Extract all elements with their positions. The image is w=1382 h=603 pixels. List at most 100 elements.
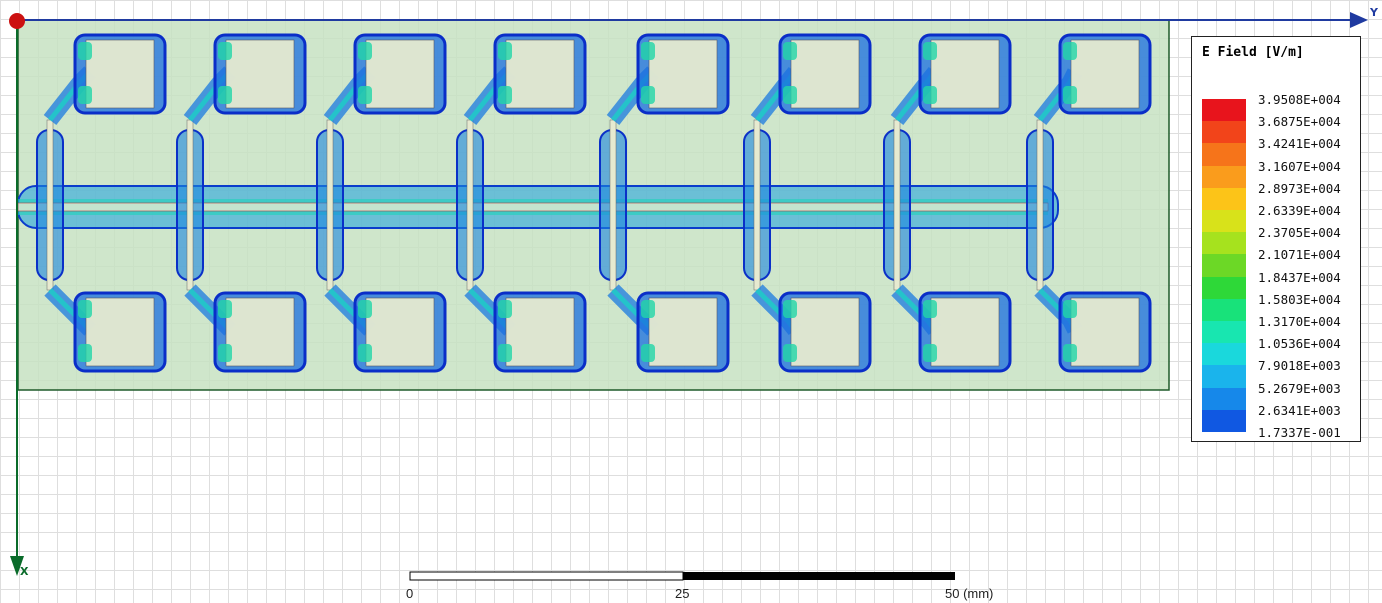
y-axis-label: Y [1370, 6, 1378, 19]
legend-label: 2.1071E+004 [1258, 247, 1341, 263]
patch [930, 297, 1000, 367]
stub-line [46, 119, 54, 291]
legend-label: 1.5803E+004 [1258, 291, 1341, 307]
patch-edge-field [1063, 86, 1077, 104]
field-legend[interactable]: E Field [V/m] 3.9508E+004 3.6875E+004 3.42… [1191, 36, 1361, 442]
patch [505, 39, 575, 109]
patch-edge-field [783, 344, 797, 362]
stub-line [186, 119, 194, 291]
patch [365, 39, 435, 109]
legend-swatch [1202, 409, 1246, 433]
legend-swatch [1202, 276, 1246, 300]
legend-label: 2.6339E+004 [1258, 203, 1341, 218]
legend-swatch [1202, 321, 1246, 344]
legend-swatch [1202, 143, 1246, 167]
patch-edge-field [78, 86, 92, 104]
patch-edge-field [641, 86, 655, 104]
patch-edge-field [641, 344, 655, 362]
scale-label-25: 25 [675, 586, 690, 601]
plot-viewport[interactable]: Y X [0, 0, 1382, 603]
scale-bar-black [683, 572, 955, 580]
legend-label: 5.2679E+003 [1258, 380, 1341, 396]
patch-edge-field [498, 344, 512, 362]
legend-swatch [1202, 121, 1246, 144]
patch-edge-field [923, 300, 937, 318]
legend-swatch [1202, 387, 1246, 411]
legend-label: 1.0536E+004 [1258, 336, 1341, 352]
patch-edge-field [923, 42, 937, 60]
patch [505, 297, 575, 367]
legend-label: 3.4241E+004 [1258, 136, 1341, 152]
legend-swatch [1202, 343, 1246, 366]
patch-edge-field [358, 300, 372, 318]
legend-label: 7.9018E+003 [1258, 358, 1341, 374]
stub-line [1036, 119, 1044, 291]
patch [1070, 297, 1140, 367]
patch-edge-field [783, 300, 797, 318]
patch [648, 297, 718, 367]
patch-edge-field [641, 42, 655, 60]
patch [85, 39, 155, 109]
stub-line [466, 119, 474, 291]
patch-edge-field [358, 344, 372, 362]
patch-edge-field [1063, 344, 1077, 362]
patch-edge-field [358, 86, 372, 104]
legend-swatch [1202, 99, 1246, 122]
legend-title: E Field [V/m] [1202, 45, 1304, 60]
stub-line [893, 119, 901, 291]
patch-edge-field [1063, 42, 1077, 60]
patch-edge-field [218, 42, 232, 60]
patch-edge-field [78, 300, 92, 318]
patch-edge-field [218, 300, 232, 318]
y-axis-arrow [1350, 12, 1368, 28]
legend-swatch [1202, 254, 1246, 278]
patch [85, 297, 155, 367]
patch [930, 39, 1000, 109]
patch [790, 297, 860, 367]
patch-edge-field [218, 344, 232, 362]
patch-edge-field [923, 344, 937, 362]
patch-edge-field [498, 42, 512, 60]
patch [225, 297, 295, 367]
legend-label: 3.6875E+004 [1258, 114, 1341, 130]
patch-edge-field [78, 42, 92, 60]
patch-edge-field [358, 42, 372, 60]
legend-swatch [1202, 210, 1246, 233]
legend-swatch [1202, 165, 1246, 189]
legend-entry: 1.7337E-001 [1192, 425, 1362, 454]
legend-label: 2.6341E+003 [1258, 402, 1341, 418]
legend-label: 1.7337E-001 [1258, 425, 1341, 440]
x-axis-label: X [20, 565, 29, 578]
patch [365, 297, 435, 367]
legend-label: 3.1607E+004 [1258, 158, 1341, 174]
stub-line [753, 119, 761, 291]
origin-marker [9, 13, 25, 29]
scale-label-0: 0 [406, 586, 414, 601]
patch-edge-field [498, 86, 512, 104]
legend-label: 2.8973E+004 [1258, 180, 1341, 196]
scale-bar-white [409, 571, 684, 581]
patch-edge-field [218, 86, 232, 104]
patch-edge-field [78, 344, 92, 362]
legend-label: 1.8437E+004 [1258, 269, 1341, 285]
stub-line [609, 119, 617, 291]
legend-label: 2.3705E+004 [1258, 225, 1341, 241]
patch [225, 39, 295, 109]
legend-swatch [1202, 298, 1246, 322]
field-plot [9, 12, 1368, 581]
legend-swatch [1202, 187, 1246, 211]
patch-edge-field [783, 42, 797, 60]
legend-label: 1.3170E+004 [1258, 314, 1341, 329]
patch-edge-field [641, 300, 655, 318]
patch [648, 39, 718, 109]
patch-edge-field [498, 300, 512, 318]
patch-edge-field [1063, 300, 1077, 318]
legend-label: 3.9508E+004 [1258, 92, 1341, 107]
stub-line [326, 119, 334, 291]
patch [790, 39, 860, 109]
legend-swatch [1202, 232, 1246, 255]
legend-swatch [1202, 365, 1246, 389]
scale-label-50: 50 (mm) [945, 586, 994, 601]
patch-edge-field [783, 86, 797, 104]
patch-edge-field [923, 86, 937, 104]
